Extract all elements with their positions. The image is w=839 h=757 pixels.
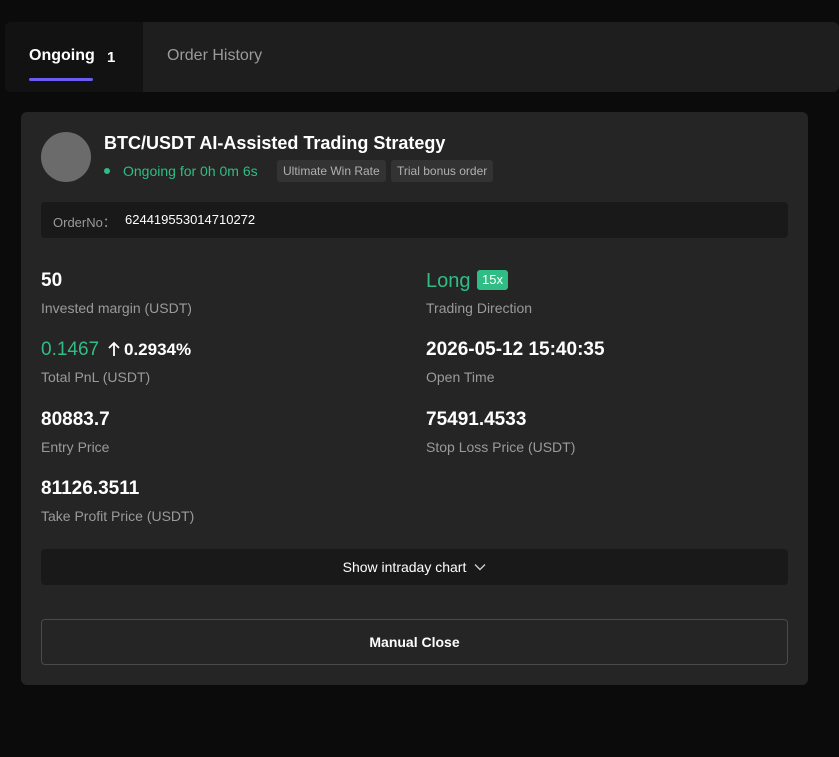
manual-close-button[interactable]: Manual Close [41,619,788,665]
tab-ongoing-label: Ongoing [29,47,95,64]
order-number-value: 624419553014710272 [125,212,256,227]
invested-margin-label: Invested margin (USDT) [41,300,192,316]
stop-loss-value: 75491.4533 [426,409,527,430]
tab-order-history[interactable]: Order History [143,22,303,92]
order-number-label: OrderNo： [53,215,116,230]
entry-price-value: 80883.7 [41,409,110,430]
order-number-row: OrderNo： 624419553014710272 [41,202,788,238]
show-intraday-chart-button[interactable]: Show intraday chart [41,549,788,585]
take-profit-label: Take Profit Price (USDT) [41,508,195,524]
pnl-percent: 0.2934% [107,340,191,360]
leverage-badge: 15x [477,270,508,290]
open-time-value: 2026-05-12 15:40:35 [426,339,605,360]
arrow-up-icon [108,341,120,356]
tag-win-rate: Ultimate Win Rate [277,160,386,182]
order-tabs: Ongoing 1 Order History [5,22,839,92]
strategy-avatar [41,132,91,182]
show-intraday-chart-label: Show intraday chart [342,559,467,575]
direction-value: Long [426,270,471,292]
invested-margin-value: 50 [41,270,63,291]
direction-label: Trading Direction [426,300,533,316]
tab-ongoing[interactable]: Ongoing 1 [5,22,143,92]
open-time-label: Open Time [426,369,495,385]
tab-order-history-label: Order History [167,47,263,64]
active-tab-indicator [29,78,93,81]
total-pnl-value: 0.1467 [41,339,100,360]
chevron-down-icon [474,564,486,571]
total-pnl-label: Total PnL (USDT) [41,369,151,385]
order-card: BTC/USDT AI-Assisted Trading Strategy On… [21,112,808,685]
order-status: Ongoing for 0h 0m 6s [123,163,258,179]
strategy-title: BTC/USDT AI-Assisted Trading Strategy [104,133,446,153]
stop-loss-label: Stop Loss Price (USDT) [426,439,576,455]
status-dot-icon [104,168,110,174]
entry-price-label: Entry Price [41,439,110,455]
take-profit-value: 81126.3511 [41,478,140,499]
tag-trial-bonus: Trial bonus order [391,160,494,182]
pnl-percent-value: 0.2934% [124,340,192,359]
tab-ongoing-count: 1 [107,49,116,66]
